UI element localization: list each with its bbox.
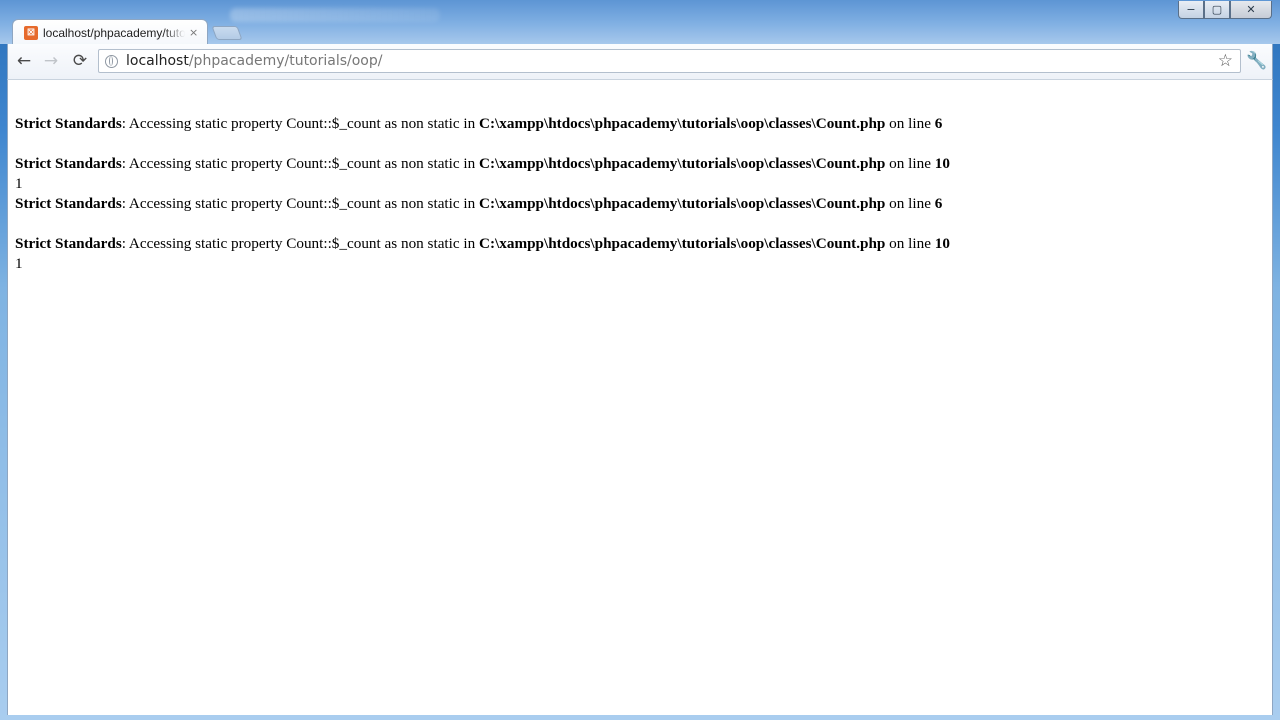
browser-window: − ▢ ✕ ⊠ localhost/phpacademy/tutorials/o… [0,0,1280,720]
page-content: Strict Standards: Accessing static prope… [7,79,1273,715]
error-message: Strict Standards: Accessing static prope… [15,194,950,214]
window-controls: − ▢ ✕ [1178,1,1272,19]
error-online: on line [885,155,935,172]
back-button[interactable]: ← [12,50,36,72]
error-file: C:\xampp\htdocs\phpacademy\tutorials\oop… [479,155,886,172]
error-label: Strict Standards [15,115,122,132]
php-output: Strict Standards: Accessing static prope… [15,94,950,274]
error-online: on line [885,235,935,252]
error-label: Strict Standards [15,195,122,212]
error-label: Strict Standards [15,155,122,172]
arrow-right-icon: → [43,51,59,71]
error-message: Strict Standards: Accessing static prope… [15,154,950,174]
url-text[interactable]: localhost/phpacademy/tutorials/oop/ [126,53,382,69]
error-file: C:\xampp\htdocs\phpacademy\tutorials\oop… [479,115,886,132]
minimize-button[interactable]: − [1178,1,1204,19]
error-message: Strict Standards: Accessing static prope… [15,114,950,134]
error-line: 10 [934,155,950,172]
error-text: : Accessing static property Count::$_cou… [121,115,480,132]
reload-icon: ⟳ [72,51,88,71]
maximize-button[interactable]: ▢ [1204,1,1230,19]
error-text: : Accessing static property Count::$_cou… [121,155,480,172]
error-line: 6 [934,195,943,212]
error-file: C:\xampp\htdocs\phpacademy\tutorials\oop… [479,195,886,212]
toolbar: ← → ⟳ localhost/phpacademy/tutorials/oop… [7,44,1273,79]
xampp-favicon-icon: ⊠ [24,25,38,40]
error-text: : Accessing static property Count::$_cou… [121,195,480,212]
error-online: on line [885,115,935,132]
new-tab-button[interactable] [211,26,243,40]
wrench-menu-button[interactable]: 🔧 [1246,50,1268,72]
url-host: localhost [126,53,189,69]
globe-icon [105,54,118,68]
address-bar[interactable]: localhost/phpacademy/tutorials/oop/ ☆ [98,49,1241,73]
error-online: on line [885,195,935,212]
blurred-background-window-title [230,8,440,22]
forward-button[interactable]: → [39,50,63,72]
close-window-button[interactable]: ✕ [1230,1,1272,19]
error-line: 6 [934,115,943,132]
tab-active[interactable]: ⊠ localhost/phpacademy/tutorials/oop/ × [12,19,208,45]
tab-title: localhost/phpacademy/tutorials/oop/ [43,25,185,40]
error-line: 10 [934,235,950,252]
output-value: 1 [15,175,23,192]
title-bar: − ▢ ✕ ⊠ localhost/phpacademy/tutorials/o… [0,0,1280,45]
error-label: Strict Standards [15,235,122,252]
reload-button[interactable]: ⟳ [68,50,92,72]
error-message: Strict Standards: Accessing static prope… [15,234,950,254]
error-text: : Accessing static property Count::$_cou… [121,235,480,252]
arrow-left-icon: ← [16,51,32,71]
error-file: C:\xampp\htdocs\phpacademy\tutorials\oop… [479,235,886,252]
tab-close-icon[interactable]: × [189,26,198,39]
url-path: /phpacademy/tutorials/oop/ [188,53,383,69]
bookmark-star-icon[interactable]: ☆ [1218,50,1233,72]
wrench-icon: 🔧 [1246,51,1268,71]
output-value: 1 [15,255,23,272]
